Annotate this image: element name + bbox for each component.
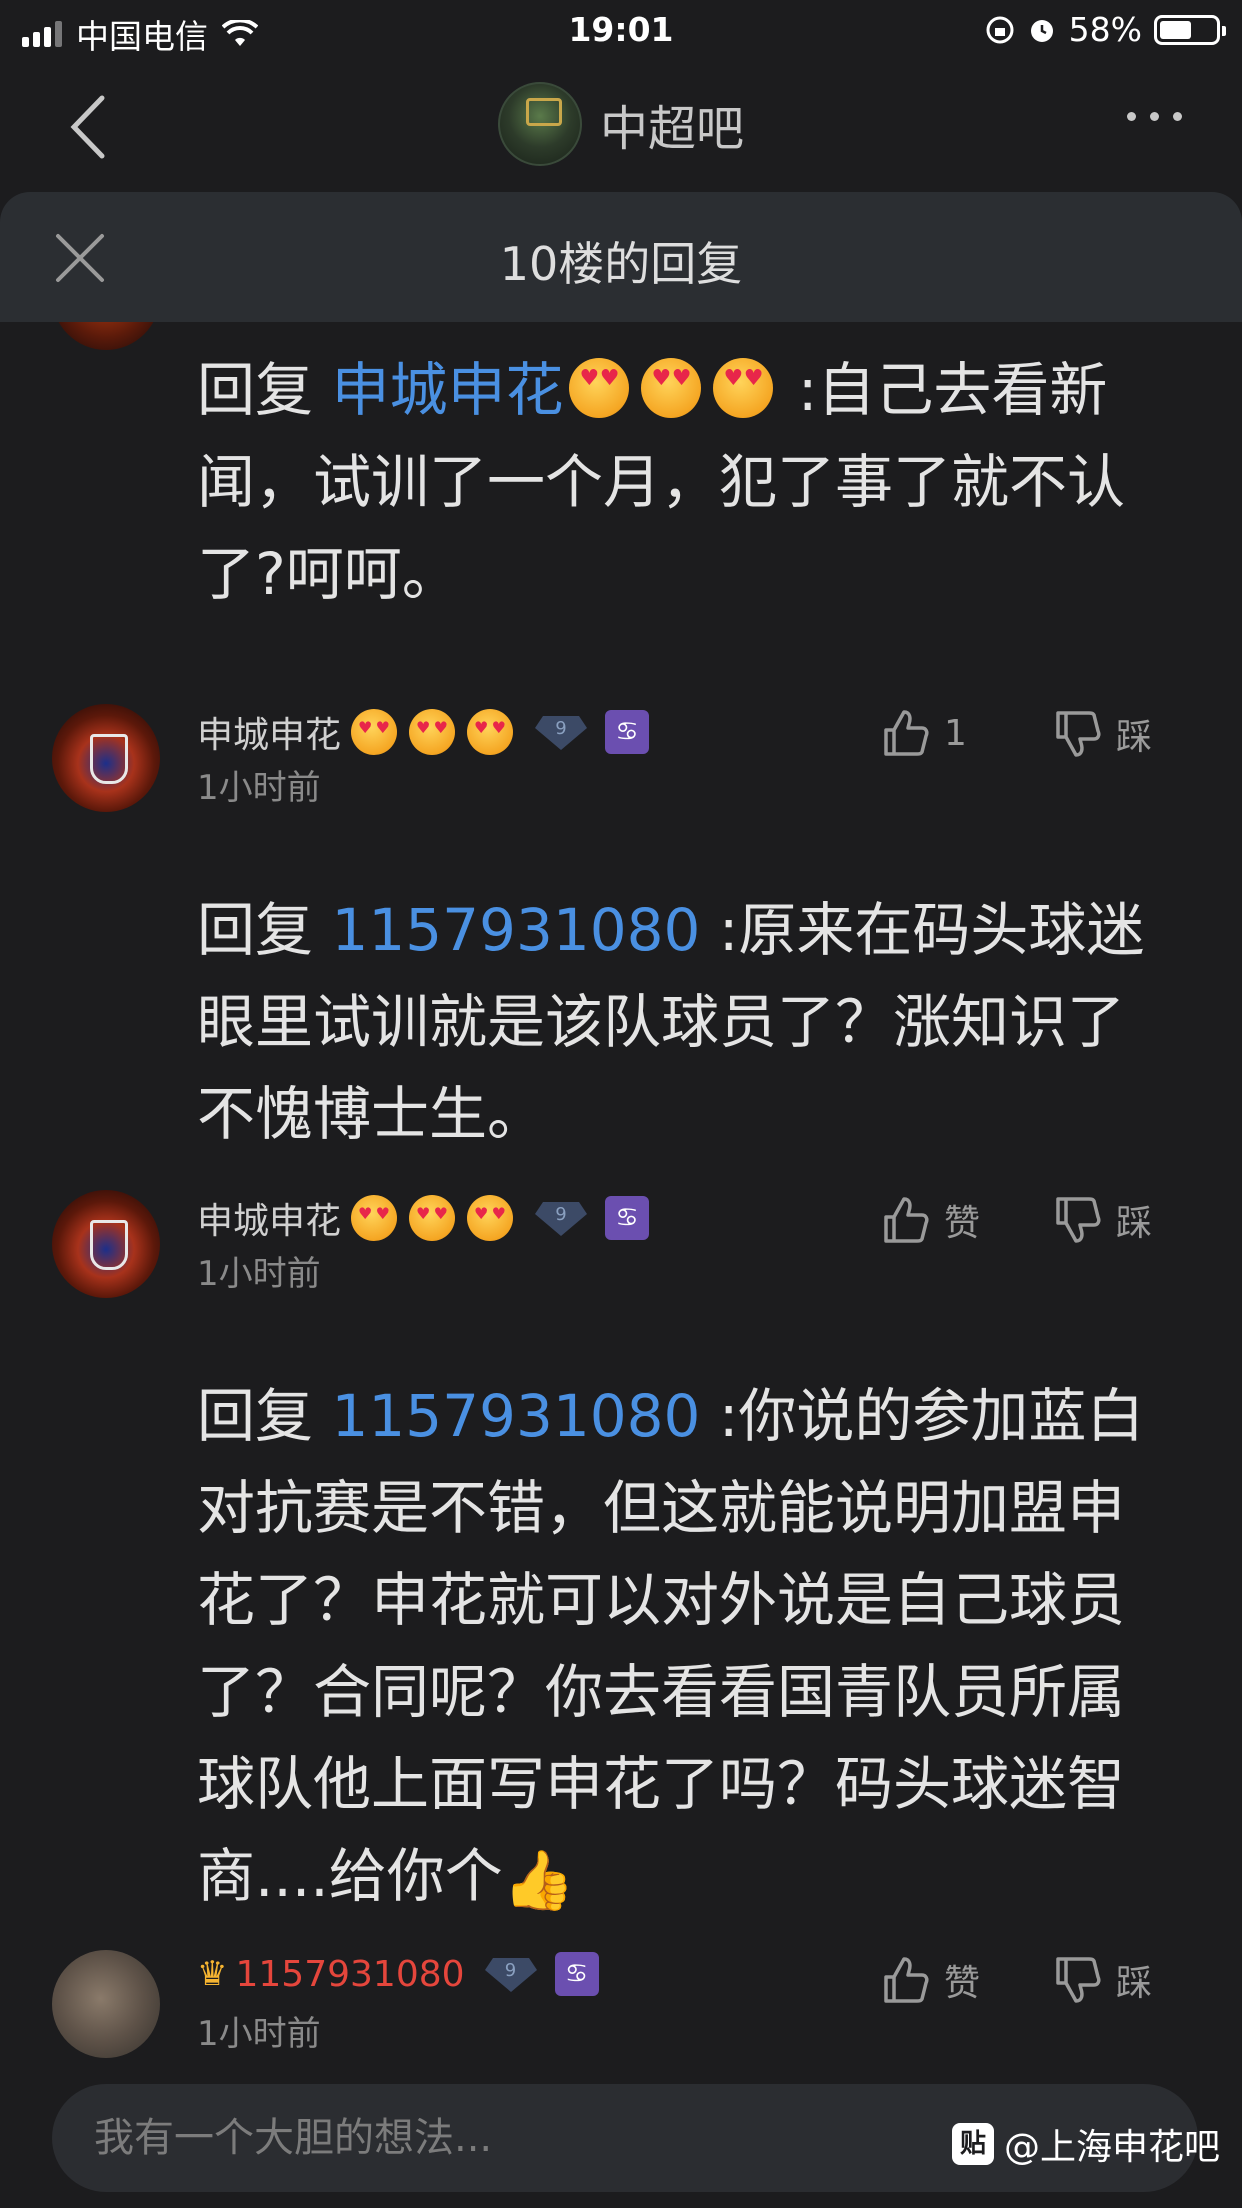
comment-header: 申城申花 9 ♋ 1小时前 赞 踩 xyxy=(0,1190,1242,1320)
forum-header[interactable]: 中超吧 xyxy=(0,82,1242,166)
bottom-bar: 我有一个大胆的想法... 贴 @上海申花吧 xyxy=(0,2062,1242,2208)
zodiac-badge: ♋ xyxy=(605,1196,650,1240)
nav-bar: 中超吧 xyxy=(0,62,1242,192)
username[interactable]: 申城申花 xyxy=(197,706,341,758)
level-badge: 9 xyxy=(484,1954,537,1994)
thumbs-up-emoji: 👍 xyxy=(502,1846,575,1914)
battery-icon xyxy=(1154,14,1226,45)
watermark: 贴 @上海申花吧 xyxy=(951,2118,1220,2170)
dislike-button[interactable]: 踩 xyxy=(1052,708,1152,760)
thumbs-up-icon xyxy=(884,1957,929,2003)
dislike-button[interactable]: 踩 xyxy=(1052,1954,1152,2006)
username[interactable]: 1157931080 xyxy=(235,1954,464,1995)
like-button[interactable]: 1 xyxy=(880,708,967,758)
battery-percent: 58% xyxy=(1068,10,1142,49)
comment-time: 1小时前 xyxy=(197,1254,321,1294)
heart-eyes-emoji xyxy=(409,709,456,755)
avatar[interactable] xyxy=(52,704,160,812)
heart-eyes-emoji xyxy=(351,709,398,755)
reply-text: 回复 申城申花 :自己去看新闻，试训了一个月，犯了事了就不认了?呵呵。 xyxy=(197,344,1157,620)
sheet-title: 10楼的回复 xyxy=(499,237,743,291)
heart-eyes-emoji xyxy=(409,1195,456,1241)
level-badge: 9 xyxy=(535,712,588,752)
comment-header: ♛ 1157931080 9 ♋ 1小时前 赞 踩 xyxy=(0,1950,1242,2062)
status-bar: 中国电信 19:01 58% xyxy=(0,0,1242,62)
like-label: 赞 xyxy=(944,1203,981,1244)
zodiac-badge: ♋ xyxy=(605,710,650,754)
watermark-text: @上海申花吧 xyxy=(1003,2127,1220,2168)
dislike-label: 踩 xyxy=(1116,717,1153,758)
like-button[interactable]: 赞 xyxy=(880,1194,980,1246)
forum-avatar xyxy=(497,82,582,166)
crown-icon: ♛ xyxy=(197,1954,228,1994)
dislike-button[interactable]: 踩 xyxy=(1052,1194,1152,1246)
thumbs-up-icon xyxy=(884,710,929,756)
heart-eyes-emoji xyxy=(569,358,630,418)
mention-link[interactable]: 申城申花 xyxy=(331,356,563,424)
heart-eyes-emoji xyxy=(641,358,702,418)
thumbs-down-icon xyxy=(1056,711,1101,757)
reply-text: 回复 1157931080 :你说的参加蓝白对抗赛是不错，但这就能说明加盟申花了… xyxy=(197,1370,1157,1926)
dislike-label: 踩 xyxy=(1116,1963,1153,2004)
heart-eyes-emoji xyxy=(351,1195,398,1241)
heart-eyes-emoji xyxy=(467,1195,514,1241)
thumbs-down-icon xyxy=(1056,1197,1101,1243)
heart-eyes-emoji xyxy=(467,709,514,755)
comment-header: 申城申花 9 ♋ 1小时前 1 踩 xyxy=(0,704,1242,834)
like-label: 赞 xyxy=(944,1963,981,2004)
avatar[interactable] xyxy=(52,1950,160,2058)
mention-link[interactable]: 1157931080 xyxy=(331,1382,700,1450)
zodiac-badge: ♋ xyxy=(554,1952,599,1996)
heart-eyes-emoji xyxy=(713,358,774,418)
like-count: 1 xyxy=(944,712,967,754)
thumbs-up-icon xyxy=(884,1197,929,1243)
rotation-lock-icon xyxy=(986,16,1014,43)
reply-text: 回复 1157931080 :原来在码头球迷眼里试训就是该队球员了？涨知识了不愧… xyxy=(197,896,1145,1148)
forum-name: 中超吧 xyxy=(599,101,744,157)
avatar xyxy=(52,322,160,350)
thumbs-down-icon xyxy=(1056,1957,1101,2003)
reply-list[interactable]: 回复 申城申花 :自己去看新闻，试训了一个月，犯了事了就不认了?呵呵。 申城申花… xyxy=(0,322,1242,2062)
avatar[interactable] xyxy=(52,1190,160,1298)
like-button[interactable]: 赞 xyxy=(880,1954,980,2006)
username[interactable]: 申城申花 xyxy=(197,1192,341,1244)
more-icon[interactable] xyxy=(1127,112,1182,121)
level-badge: 9 xyxy=(535,1198,588,1238)
mention-link[interactable]: 1157931080 xyxy=(331,896,700,964)
tieba-logo-icon: 贴 xyxy=(951,2123,994,2165)
comment-time: 1小时前 xyxy=(197,768,321,808)
alarm-icon xyxy=(1030,19,1053,42)
reply-sheet-header: 10楼的回复 xyxy=(0,192,1242,322)
dislike-label: 踩 xyxy=(1116,1203,1153,1244)
comment-time: 1小时前 xyxy=(197,2014,321,2054)
